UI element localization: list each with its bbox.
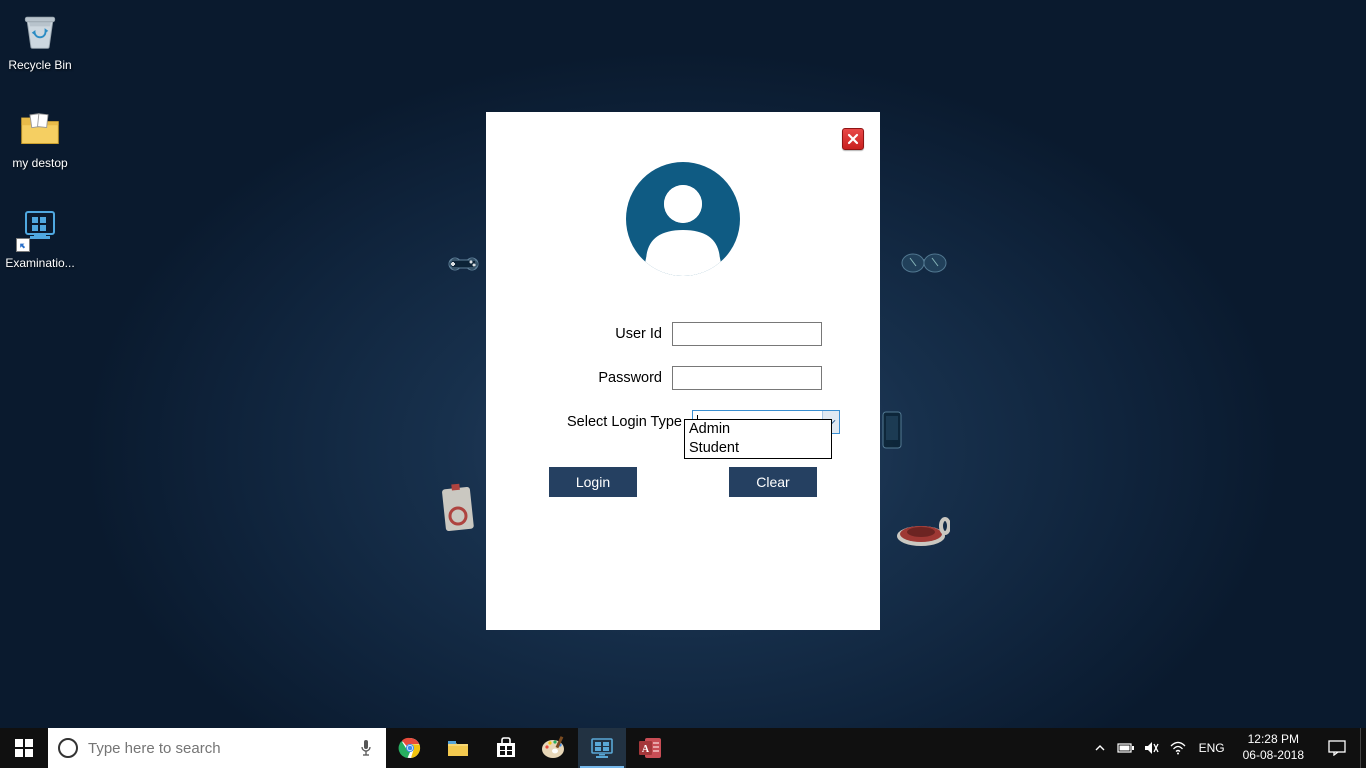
- desktop-icon-app-shortcut[interactable]: Examinatio...: [0, 204, 80, 270]
- taskbar-app-chrome[interactable]: [386, 728, 434, 768]
- store-icon: [495, 737, 517, 759]
- search-input[interactable]: [88, 740, 376, 757]
- language-indicator[interactable]: ENG: [1191, 741, 1233, 755]
- clock-time: 12:28 PM: [1243, 732, 1304, 748]
- login-type-dropdown: Admin Student: [684, 419, 832, 459]
- desktop-icon-label: Examinatio...: [0, 256, 80, 270]
- app-icon: [16, 204, 64, 252]
- wifi-icon[interactable]: [1165, 728, 1191, 768]
- desktop-icon-folder[interactable]: my destop: [0, 104, 80, 170]
- user-id-label: User Id: [615, 326, 662, 342]
- user-avatar-icon: [626, 162, 740, 276]
- wallpaper-glasses-icon: [900, 248, 948, 283]
- windows-icon: [15, 739, 33, 757]
- system-tray: ENG 12:28 PM 06-08-2018: [1087, 728, 1366, 768]
- taskbar-app-explorer[interactable]: [434, 728, 482, 768]
- clear-button[interactable]: Clear: [729, 467, 817, 497]
- wallpaper-gamepad-icon: [445, 250, 485, 295]
- wallpaper-phone-icon: [880, 410, 904, 459]
- close-button[interactable]: [842, 128, 864, 150]
- clock-date: 06-08-2018: [1243, 748, 1304, 764]
- battery-icon[interactable]: [1113, 728, 1139, 768]
- taskbar-app-paint[interactable]: [530, 728, 578, 768]
- login-button[interactable]: Login: [549, 467, 637, 497]
- dropdown-option[interactable]: Student: [685, 439, 831, 458]
- wallpaper-mug-icon: [896, 494, 950, 553]
- taskbar: A ENG 12:28 PM 06-08-2018: [0, 728, 1366, 768]
- action-center-icon[interactable]: [1314, 728, 1360, 768]
- svg-text:A: A: [642, 744, 650, 755]
- recycle-bin-icon: [16, 6, 64, 54]
- taskbar-app-store[interactable]: [482, 728, 530, 768]
- user-id-input[interactable]: [672, 322, 822, 346]
- chrome-icon: [398, 736, 422, 760]
- folder-icon: [16, 104, 64, 152]
- password-input[interactable]: [672, 366, 822, 390]
- show-desktop-button[interactable]: [1360, 728, 1366, 768]
- volume-icon[interactable]: [1139, 728, 1165, 768]
- taskbar-app-access[interactable]: A: [626, 728, 674, 768]
- monitor-icon: [590, 737, 614, 759]
- password-label: Password: [598, 370, 662, 386]
- desktop-icon-label: my destop: [0, 156, 80, 170]
- login-window: User Id Password Select Login Type Admin…: [486, 112, 880, 630]
- desktop-icon-label: Recycle Bin: [0, 58, 80, 72]
- tray-overflow-icon[interactable]: [1087, 728, 1113, 768]
- start-button[interactable]: [0, 728, 48, 768]
- access-icon: A: [638, 737, 662, 759]
- login-form: User Id Password Select Login Type Admin…: [486, 322, 880, 434]
- cortana-icon: [58, 738, 78, 758]
- file-explorer-icon: [446, 737, 470, 759]
- taskbar-clock[interactable]: 12:28 PM 06-08-2018: [1233, 732, 1314, 763]
- login-type-label: Select Login Type: [567, 414, 682, 430]
- taskbar-search[interactable]: [48, 728, 386, 768]
- dropdown-option[interactable]: Admin: [685, 420, 831, 439]
- taskbar-pinned-apps: A: [386, 728, 674, 768]
- taskbar-app-running[interactable]: [578, 728, 626, 768]
- microphone-icon[interactable]: [358, 738, 374, 758]
- desktop-icon-recycle-bin[interactable]: Recycle Bin: [0, 6, 80, 72]
- wallpaper-tag-icon: [438, 480, 480, 543]
- paint-icon: [541, 736, 567, 760]
